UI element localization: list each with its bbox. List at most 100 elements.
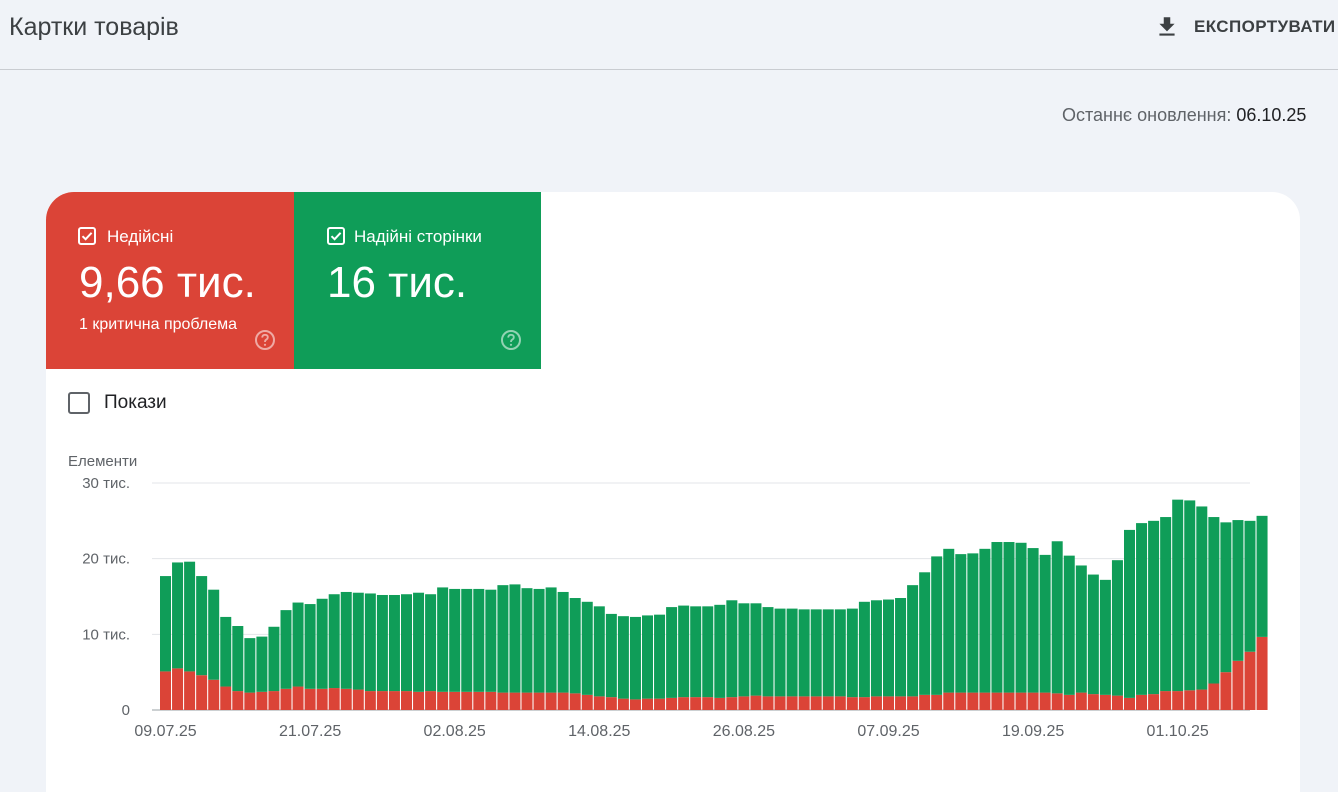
bar-valid[interactable] (557, 591, 569, 693)
bar-valid[interactable] (340, 591, 352, 689)
bar-invalid[interactable] (774, 696, 786, 710)
bar-invalid[interactable] (738, 696, 750, 710)
help-circle-icon[interactable] (500, 329, 522, 351)
bar-valid[interactable] (1003, 542, 1015, 693)
bar-invalid[interactable] (1172, 691, 1184, 710)
bar-invalid[interactable] (352, 689, 364, 710)
bar-valid[interactable] (497, 585, 509, 693)
bar-valid[interactable] (726, 600, 738, 698)
bar-invalid[interactable] (1208, 683, 1220, 710)
bar-invalid[interactable] (786, 696, 798, 710)
bar-valid[interactable] (858, 601, 870, 698)
bar-invalid[interactable] (196, 675, 208, 710)
bar-invalid[interactable] (1148, 694, 1160, 710)
bar-valid[interactable] (425, 594, 437, 692)
bar-valid[interactable] (304, 604, 316, 689)
bar-valid[interactable] (617, 616, 629, 699)
bar-valid[interactable] (1160, 517, 1172, 692)
bar-valid[interactable] (702, 606, 714, 698)
bar-invalid[interactable] (1184, 690, 1196, 710)
bar-valid[interactable] (545, 587, 557, 693)
help-circle-icon[interactable] (254, 329, 276, 351)
bar-invalid[interactable] (593, 696, 605, 710)
bar-invalid[interactable] (1244, 651, 1256, 710)
bar-valid[interactable] (967, 553, 979, 693)
bar-invalid[interactable] (521, 692, 533, 710)
bar-invalid[interactable] (834, 696, 846, 710)
bar-invalid[interactable] (1051, 693, 1063, 710)
bar-valid[interactable] (774, 608, 786, 697)
bar-invalid[interactable] (292, 686, 304, 710)
bar-invalid[interactable] (413, 691, 425, 710)
bar-valid[interactable] (870, 600, 882, 697)
bar-valid[interactable] (738, 603, 750, 697)
bar-valid[interactable] (184, 561, 196, 672)
bar-valid[interactable] (473, 588, 485, 692)
bar-valid[interactable] (1172, 499, 1184, 692)
bar-valid[interactable] (413, 592, 425, 692)
bar-invalid[interactable] (401, 691, 412, 710)
bar-valid[interactable] (1136, 523, 1148, 695)
bar-valid[interactable] (268, 626, 280, 692)
checkbox-checked-icon[interactable] (78, 227, 96, 245)
bar-valid[interactable] (1039, 554, 1051, 693)
bar-valid[interactable] (666, 607, 678, 698)
impressions-checkbox[interactable] (68, 392, 90, 414)
bar-valid[interactable] (1244, 520, 1256, 652)
bar-invalid[interactable] (1196, 689, 1208, 710)
bar-invalid[interactable] (449, 691, 461, 710)
bar-invalid[interactable] (533, 692, 545, 710)
bar-valid[interactable] (569, 598, 581, 694)
bar-invalid[interactable] (557, 692, 569, 710)
bar-invalid[interactable] (810, 696, 822, 710)
bar-invalid[interactable] (437, 691, 449, 710)
bar-valid[interactable] (654, 614, 666, 699)
bar-invalid[interactable] (1027, 692, 1039, 710)
bar-invalid[interactable] (1075, 692, 1087, 710)
bar-valid[interactable] (907, 585, 919, 697)
bar-valid[interactable] (1087, 574, 1099, 695)
bar-valid[interactable] (509, 584, 521, 693)
bar-invalid[interactable] (328, 688, 340, 710)
bar-valid[interactable] (364, 593, 376, 692)
bar-valid[interactable] (834, 609, 846, 697)
bar-invalid[interactable] (955, 692, 967, 710)
bar-invalid[interactable] (220, 686, 232, 710)
bar-invalid[interactable] (160, 671, 171, 710)
valid-items-tile[interactable]: Надійні сторінки 16 тис. (294, 192, 541, 369)
bar-invalid[interactable] (1256, 636, 1268, 710)
bar-valid[interactable] (955, 554, 967, 693)
bar-valid[interactable] (160, 576, 171, 672)
bar-valid[interactable] (220, 616, 232, 687)
bar-valid[interactable] (1075, 565, 1087, 693)
bar-valid[interactable] (1027, 548, 1039, 693)
bar-valid[interactable] (328, 594, 340, 689)
bar-invalid[interactable] (268, 691, 280, 710)
bar-invalid[interactable] (1160, 691, 1172, 710)
bar-invalid[interactable] (931, 694, 943, 710)
bar-invalid[interactable] (690, 697, 702, 710)
bar-invalid[interactable] (678, 697, 690, 710)
bar-valid[interactable] (316, 598, 328, 689)
bar-invalid[interactable] (388, 691, 400, 710)
bar-valid[interactable] (883, 599, 894, 697)
bar-invalid[interactable] (1220, 672, 1232, 710)
bar-invalid[interactable] (642, 698, 653, 710)
bar-invalid[interactable] (943, 692, 955, 710)
bar-valid[interactable] (931, 556, 943, 695)
bar-invalid[interactable] (907, 696, 919, 710)
bar-valid[interactable] (919, 572, 931, 695)
bar-invalid[interactable] (895, 696, 907, 710)
invalid-items-tile[interactable]: Недійсні 9,66 тис. 1 критична проблема (46, 192, 294, 369)
bar-valid[interactable] (244, 638, 256, 693)
bar-valid[interactable] (1111, 560, 1123, 696)
bar-valid[interactable] (581, 601, 593, 695)
bar-invalid[interactable] (967, 692, 979, 710)
bar-valid[interactable] (533, 588, 545, 693)
bar-invalid[interactable] (870, 696, 882, 710)
bar-valid[interactable] (605, 613, 617, 698)
bar-valid[interactable] (1124, 529, 1135, 698)
bar-valid[interactable] (979, 548, 991, 693)
bar-invalid[interactable] (340, 688, 352, 710)
bar-valid[interactable] (1208, 517, 1220, 684)
